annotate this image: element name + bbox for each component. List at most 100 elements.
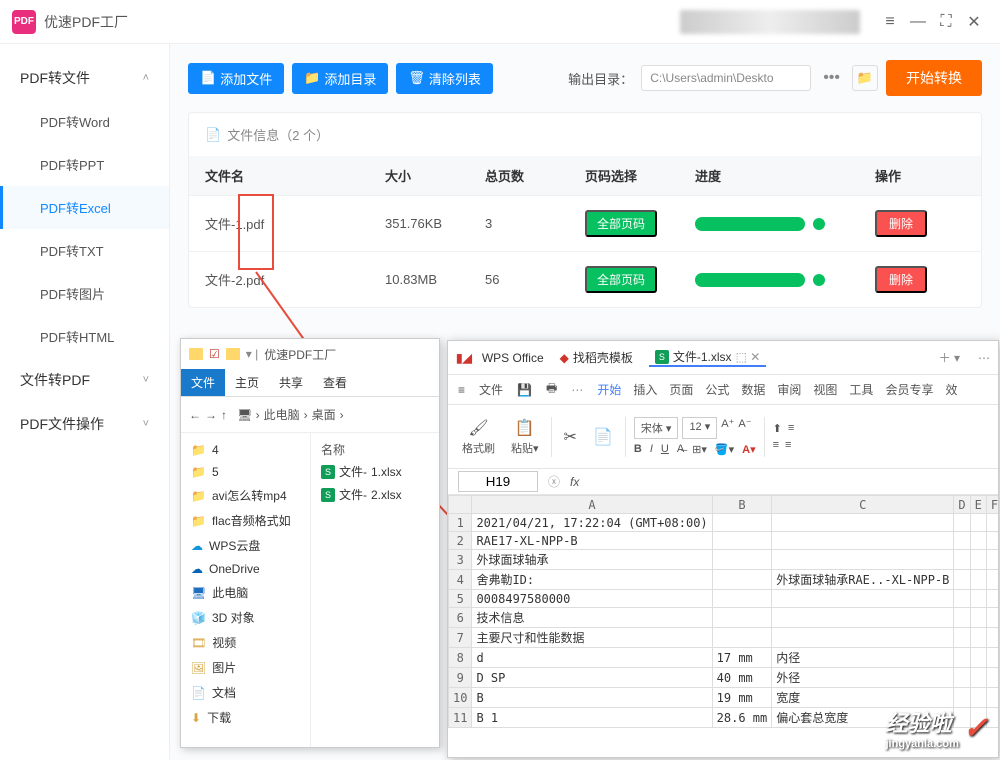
grid-cell[interactable]: [954, 570, 970, 590]
grid-cell[interactable]: [970, 514, 986, 532]
grid-col-header[interactable]: C: [772, 496, 954, 514]
wps-menu-item[interactable]: 页面: [669, 383, 693, 397]
grid-cell[interactable]: [712, 514, 772, 532]
grid-row-header[interactable]: 4: [449, 570, 472, 590]
grid-row-header[interactable]: 2: [449, 532, 472, 550]
grid-row-header[interactable]: 7: [449, 628, 472, 648]
grid-cell[interactable]: [986, 708, 998, 728]
explorer-tab-file[interactable]: 文件: [181, 369, 225, 396]
copy-icon[interactable]: 📄: [589, 427, 617, 447]
start-convert-button[interactable]: 开始转换: [886, 60, 982, 96]
strike-icon[interactable]: A̶: [677, 443, 684, 456]
menu-icon[interactable]: ≡: [876, 13, 904, 31]
cut-icon[interactable]: ✂: [560, 427, 581, 447]
grid-cell[interactable]: [772, 550, 954, 570]
grid-cell[interactable]: [986, 532, 998, 550]
grid-cell[interactable]: [970, 570, 986, 590]
fx-cancel-icon[interactable]: ⓧ: [548, 473, 560, 490]
grid-row-header[interactable]: 5: [449, 590, 472, 608]
explorer-tab-share[interactable]: 共享: [269, 369, 313, 396]
close-icon[interactable]: ✕: [960, 12, 988, 32]
grid-cell[interactable]: [712, 608, 772, 628]
explorer-side-item[interactable]: ☁WPS云盘: [185, 533, 306, 558]
sidebar-group-pdfops[interactable]: PDF文件操作 ˅: [0, 402, 169, 446]
grid-cell[interactable]: [954, 628, 970, 648]
grid-cell[interactable]: [954, 688, 970, 708]
grid-cell[interactable]: [970, 608, 986, 628]
font-color-icon[interactable]: A▾: [742, 443, 755, 456]
explorer-tab-view[interactable]: 查看: [313, 369, 357, 396]
explorer-side-item[interactable]: 📁4: [185, 439, 306, 461]
sidebar-item[interactable]: PDF转HTML: [0, 315, 169, 358]
grid-cell[interactable]: [970, 708, 986, 728]
grid-cell[interactable]: [954, 608, 970, 628]
more-icon[interactable]: •••: [819, 69, 844, 87]
grid-row-header[interactable]: 6: [449, 608, 472, 628]
grid-cell[interactable]: [970, 590, 986, 608]
grid-cell[interactable]: [986, 590, 998, 608]
grid-cell[interactable]: 外径: [772, 668, 954, 688]
explorer-side-item[interactable]: 📁flac音频格式如: [185, 508, 306, 533]
explorer-side-item[interactable]: 🖼图片: [185, 655, 306, 680]
wps-menu-item[interactable]: 会员专享: [885, 383, 933, 397]
nav-fwd-icon[interactable]: →: [205, 408, 217, 422]
italic-icon[interactable]: I: [650, 443, 653, 456]
grid-row-header[interactable]: 10: [449, 688, 472, 708]
explorer-side-item[interactable]: 📁5: [185, 461, 306, 483]
grid-cell[interactable]: [986, 550, 998, 570]
clear-list-button[interactable]: 🗑 清除列表: [396, 63, 493, 94]
grid-cell[interactable]: [986, 628, 998, 648]
font-grow-icon[interactable]: A⁺: [721, 417, 734, 439]
align-center-icon[interactable]: ≡: [785, 439, 791, 451]
wps-menu-item[interactable]: 公式: [705, 383, 729, 397]
sidebar-item[interactable]: PDF转TXT: [0, 229, 169, 272]
grid-col-header[interactable]: B: [712, 496, 772, 514]
grid-row-header[interactable]: 11: [449, 708, 472, 728]
breadcrumb-desktop[interactable]: 桌面: [312, 406, 336, 423]
grid-cell[interactable]: [954, 648, 970, 668]
open-folder-icon[interactable]: 📁: [852, 65, 878, 91]
grid-cell[interactable]: 技术信息: [472, 608, 712, 628]
grid-cell[interactable]: [970, 532, 986, 550]
add-file-button[interactable]: 📄 添加文件: [188, 63, 284, 94]
formula-input[interactable]: [589, 474, 988, 489]
grid-cell[interactable]: 外球面球轴承RAE..-XL-NPP-B: [772, 570, 954, 590]
grid-col-header[interactable]: E: [970, 496, 986, 514]
grid-cell[interactable]: [772, 628, 954, 648]
align-mid-icon[interactable]: ≡: [788, 422, 794, 435]
align-top-icon[interactable]: ⬆: [773, 422, 782, 435]
underline-icon[interactable]: U: [661, 443, 669, 456]
explorer-file-item[interactable]: S文件-1.xlsx: [317, 460, 433, 483]
grid-cell[interactable]: [954, 514, 970, 532]
grid-cell[interactable]: 0008497580000: [472, 590, 712, 608]
format-brush-button[interactable]: 🖌格式刷: [458, 418, 499, 456]
grid-cell[interactable]: [954, 550, 970, 570]
grid-cell[interactable]: [772, 514, 954, 532]
explorer-tab-home[interactable]: 主页: [225, 369, 269, 396]
sidebar-item[interactable]: PDF转Word: [0, 100, 169, 143]
explorer-side-item[interactable]: ⬇下载: [185, 705, 306, 730]
sidebar-item[interactable]: PDF转图片: [0, 272, 169, 315]
grid-row-header[interactable]: 8: [449, 648, 472, 668]
align-left-icon[interactable]: ≡: [773, 439, 779, 451]
explorer-side-item[interactable]: 📁avi怎么转mp4: [185, 483, 306, 508]
grid-cell[interactable]: [772, 608, 954, 628]
grid-cell[interactable]: [954, 590, 970, 608]
grid-cell[interactable]: 主要尺寸和性能数据: [472, 628, 712, 648]
grid-cell[interactable]: 40 mm: [712, 668, 772, 688]
grid-cell[interactable]: d: [472, 648, 712, 668]
grid-cell[interactable]: [970, 668, 986, 688]
page-select-button[interactable]: 全部页码: [585, 266, 657, 293]
sidebar-item[interactable]: PDF转PPT: [0, 143, 169, 186]
wps-tab-file[interactable]: S文件-1.xlsx⬚ ✕: [649, 348, 766, 367]
grid-cell[interactable]: [712, 628, 772, 648]
paste-button[interactable]: 📋粘贴▾: [507, 418, 543, 456]
grid-cell[interactable]: B: [472, 688, 712, 708]
page-select-button[interactable]: 全部页码: [585, 210, 657, 237]
grid-col-header[interactable]: A: [472, 496, 712, 514]
wps-menu-item[interactable]: 审阅: [777, 383, 801, 397]
grid-cell[interactable]: 17 mm: [712, 648, 772, 668]
wps-save-icon[interactable]: 💾: [517, 383, 532, 397]
grid-cell[interactable]: 19 mm: [712, 688, 772, 708]
wps-tab-search[interactable]: ◆找稻壳模板: [554, 349, 639, 366]
